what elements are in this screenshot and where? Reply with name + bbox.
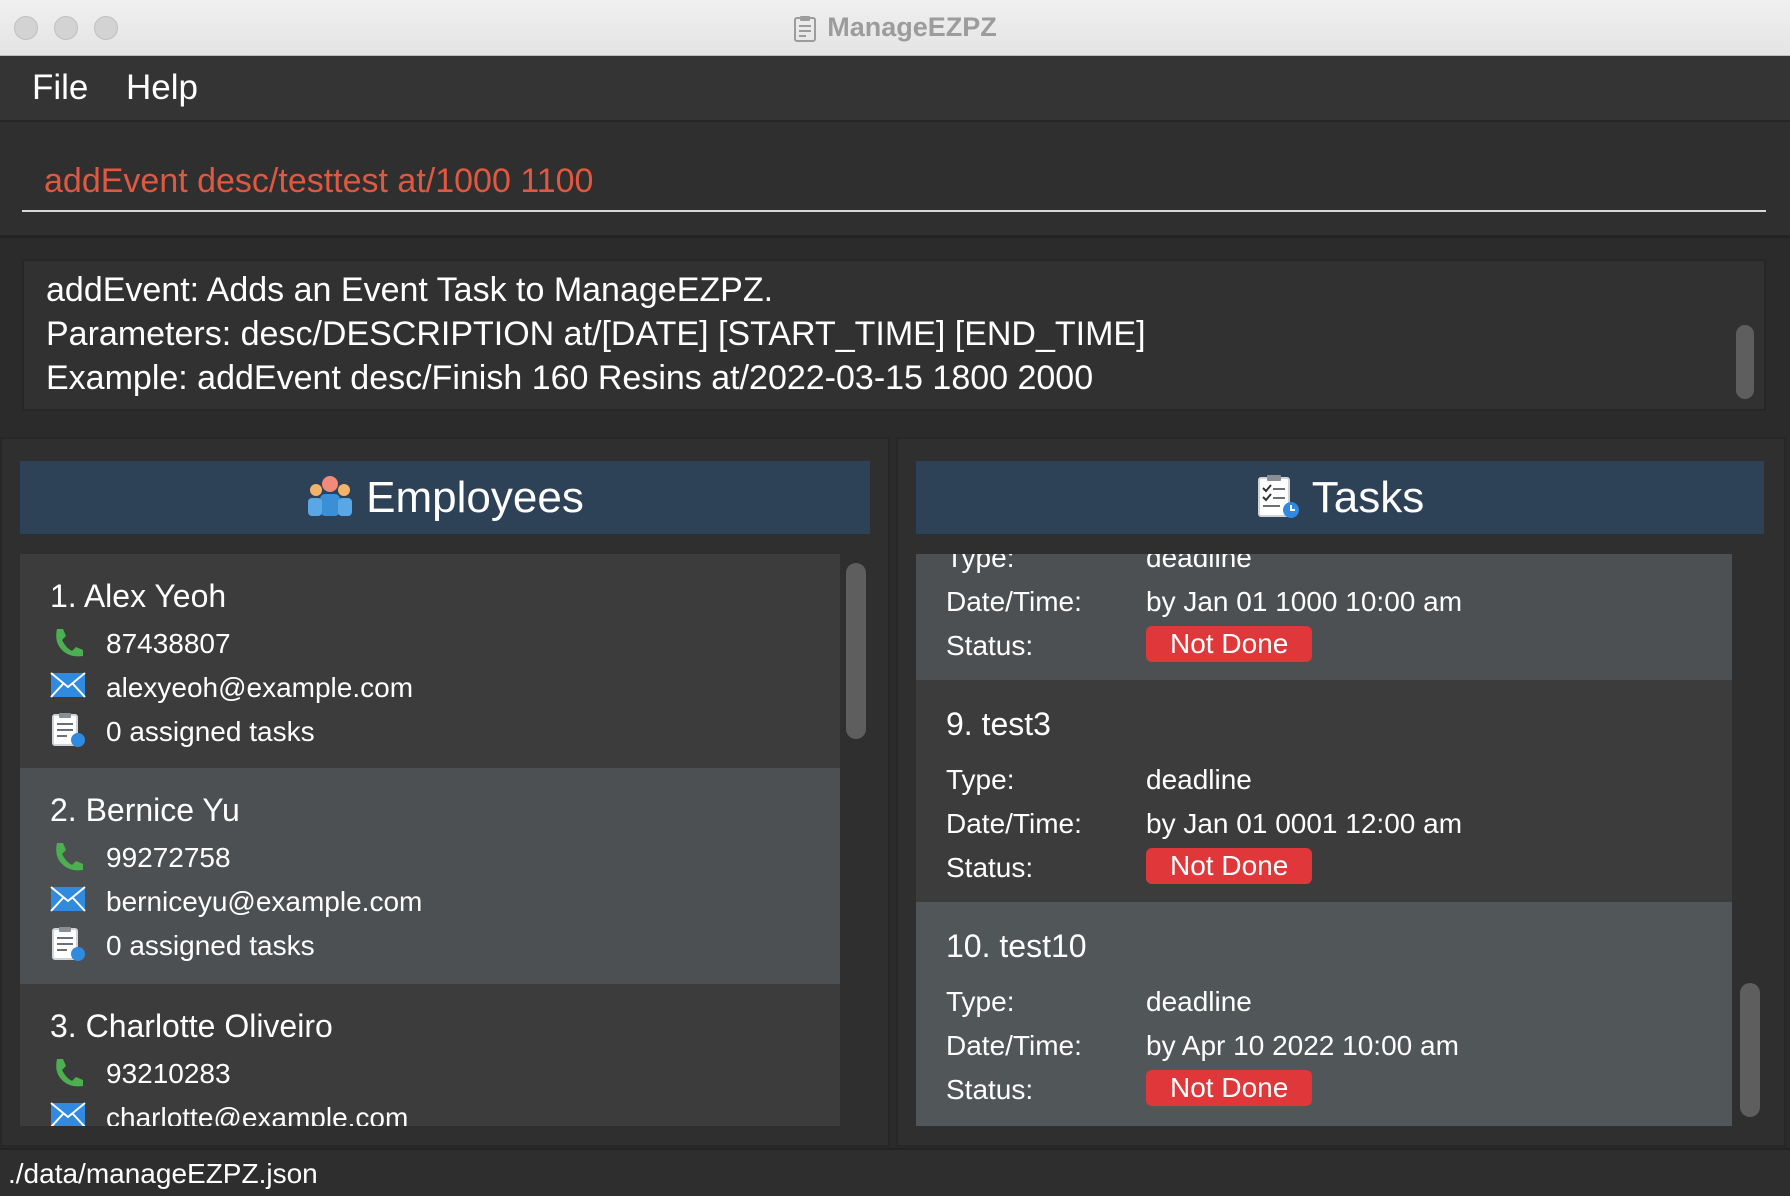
app-window: ManageEZPZ File Help addEvent: Adds an E… <box>0 0 1790 1196</box>
email-icon <box>50 886 86 912</box>
task-status-label: Status: <box>946 852 1034 883</box>
task-datetime-value: by Jan 01 1000 10:00 am <box>1146 586 1463 617</box>
task-datetime-label: Date/Time: <box>946 808 1082 839</box>
task-type-value: deadline <box>1146 986 1252 1017</box>
result-line-3: Example: addEvent desc/Finish 160 Resins… <box>46 359 1094 397</box>
phone-icon <box>56 1059 83 1087</box>
employee-task-count: 0 assigned tasks <box>106 930 315 961</box>
task-type-label: Type: <box>946 986 1015 1017</box>
employee-name: 1. Alex Yeoh <box>50 578 227 614</box>
phone-icon <box>56 629 83 657</box>
employee-card[interactable]: 3. Charlotte Oliveiro 93210283 charlotte… <box>20 984 840 1126</box>
status-bar: ./data/manageEZPZ.json <box>0 1148 1790 1196</box>
task-title: 9. test3 <box>946 706 1051 742</box>
assigned-tasks-icon <box>52 713 85 747</box>
command-box <box>0 122 1790 238</box>
task-datetime-label: Date/Time: <box>946 586 1082 617</box>
task-card[interactable]: Type: deadline Date/Time: by Jan 01 1000… <box>916 554 1732 680</box>
employee-phone: 99272758 <box>106 842 231 873</box>
employee-name: 3. Charlotte Oliveiro <box>50 1008 333 1044</box>
employees-header-text: Employees <box>366 473 584 522</box>
employee-email: alexyeoh@example.com <box>106 672 414 703</box>
tasks-icon <box>1257 475 1299 519</box>
task-status-badge: Not Done <box>1146 1070 1313 1106</box>
task-datetime-value: by Apr 10 2022 10:00 am <box>1146 1030 1459 1061</box>
task-card[interactable]: 10. test10 Type: deadline Date/Time: by … <box>916 902 1732 1126</box>
menu-file[interactable]: File <box>30 64 90 112</box>
window-title: ManageEZPZ <box>0 0 1790 55</box>
email-icon <box>50 1102 86 1126</box>
employee-phone: 93210283 <box>106 1058 231 1089</box>
command-input[interactable] <box>22 152 1766 212</box>
employee-list: 1. Alex Yeoh 87438807 alexyeoh@example.c… <box>20 554 840 1126</box>
app-logo-icon <box>794 15 817 42</box>
employee-card[interactable]: 2. Bernice Yu 99272758 berniceyu@example… <box>20 768 840 984</box>
task-card[interactable]: 9. test3 Type: deadline Date/Time: by Ja… <box>916 680 1732 902</box>
task-panel: Tasks Type: deadline Date/Time: by Jan 0… <box>896 437 1786 1147</box>
task-list-scrollbar[interactable] <box>1740 983 1760 1117</box>
task-status-badge: Not Done <box>1146 848 1313 884</box>
result-line-1: addEvent: Adds an Event Task to ManageEZ… <box>46 271 774 309</box>
assigned-tasks-icon <box>52 927 85 961</box>
tasks-header-text: Tasks <box>1311 473 1425 522</box>
employee-phone: 87438807 <box>106 628 231 659</box>
employee-email: berniceyu@example.com <box>106 886 423 917</box>
task-list: Type: deadline Date/Time: by Jan 01 1000… <box>916 554 1732 1126</box>
employee-card[interactable]: 1. Alex Yeoh 87438807 alexyeoh@example.c… <box>20 554 840 768</box>
task-status-badge: Not Done <box>1146 626 1313 662</box>
result-display: addEvent: Adds an Event Task to ManageEZ… <box>22 259 1766 411</box>
employees-icon <box>308 476 353 517</box>
employee-name: 2. Bernice Yu <box>50 792 240 828</box>
employee-task-count: 0 assigned tasks <box>106 716 315 747</box>
save-file-path: ./data/manageEZPZ.json <box>8 1158 318 1189</box>
task-status-label: Status: <box>946 1074 1034 1105</box>
menu-help[interactable]: Help <box>124 64 200 112</box>
task-title: 10. test10 <box>946 928 1087 964</box>
result-scrollbar[interactable] <box>1736 325 1754 399</box>
email-icon <box>50 672 86 698</box>
title-bar: ManageEZPZ <box>0 0 1790 56</box>
result-line-2: Parameters: desc/DESCRIPTION at/[DATE] [… <box>46 315 1146 353</box>
menu-bar: File Help <box>0 56 1790 122</box>
employee-list-scrollbar[interactable] <box>846 563 866 739</box>
task-datetime-value: by Jan 01 0001 12:00 am <box>1146 808 1463 839</box>
task-type-label: Type: <box>946 764 1015 795</box>
window-title-text: ManageEZPZ <box>827 12 997 42</box>
employee-email: charlotte@example.com <box>106 1102 409 1126</box>
task-type-label: Type: <box>946 554 1015 573</box>
task-status-label: Status: <box>946 630 1034 661</box>
task-type-value: deadline <box>1146 764 1252 795</box>
tasks-header: Tasks <box>916 461 1764 534</box>
employees-header: Employees <box>20 461 870 534</box>
task-datetime-label: Date/Time: <box>946 1030 1082 1061</box>
employee-panel: Employees 1. Alex Yeoh 87438807 alexyeoh… <box>0 437 890 1147</box>
phone-icon <box>56 843 83 871</box>
task-type-value: deadline <box>1146 554 1252 573</box>
